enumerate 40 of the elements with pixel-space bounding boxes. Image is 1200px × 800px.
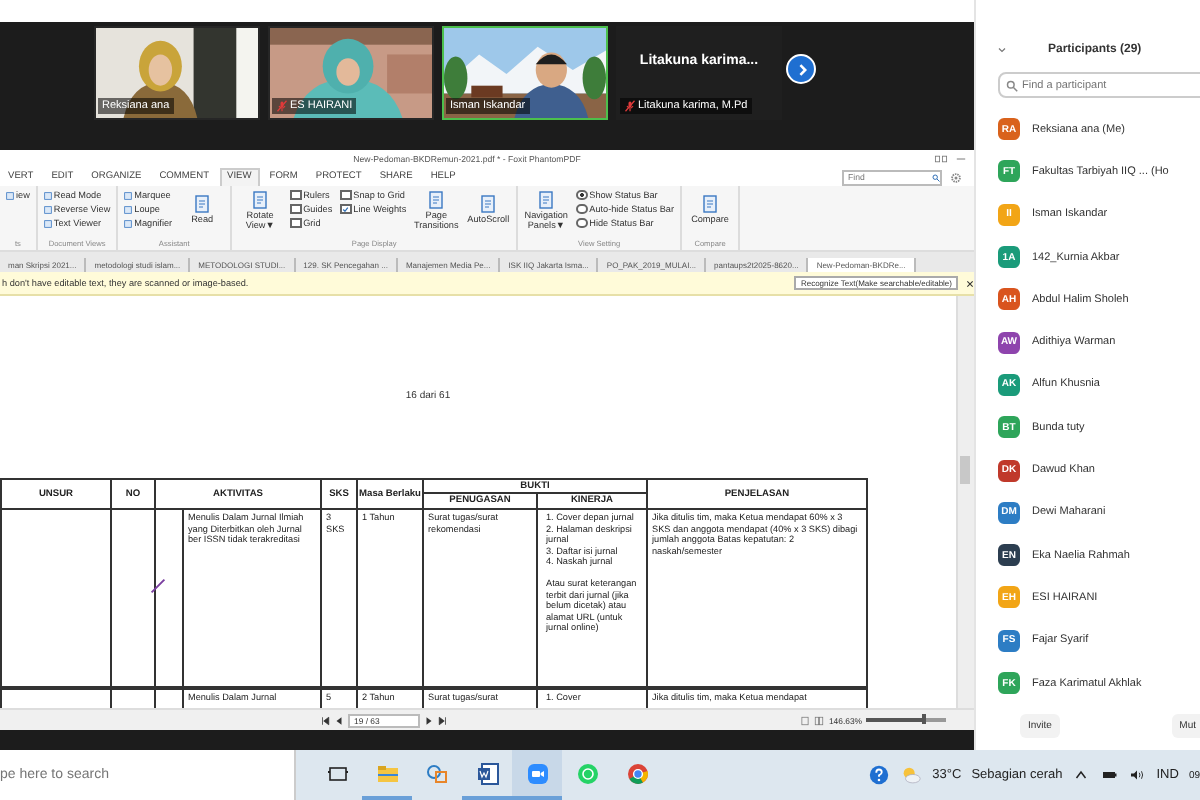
zoom-button[interactable] — [512, 750, 562, 800]
scrollbar[interactable] — [956, 296, 974, 708]
search-icon — [1006, 79, 1018, 91]
next-page-icon[interactable] — [424, 715, 434, 725]
last-page-icon[interactable] — [438, 715, 448, 725]
task-view-icon — [325, 761, 349, 785]
shapes-icon — [425, 761, 449, 785]
checkbox[interactable] — [290, 217, 302, 229]
folder-icon — [375, 761, 399, 785]
close-icon[interactable] — [966, 279, 974, 287]
document-icon — [426, 189, 447, 209]
search-icon — [932, 171, 940, 183]
speaker-icon[interactable] — [1128, 766, 1147, 784]
radio-button[interactable] — [576, 189, 588, 201]
radio-button[interactable] — [576, 217, 588, 229]
document-icon — [536, 189, 557, 209]
document-icon — [192, 194, 213, 214]
chat-icon — [575, 761, 599, 785]
document-icon — [6, 191, 14, 199]
checkbox[interactable] — [290, 189, 302, 201]
checkbox[interactable] — [340, 189, 352, 201]
first-page-icon[interactable] — [320, 715, 330, 725]
document-icon — [250, 189, 271, 209]
next-page-button[interactable] — [786, 54, 816, 84]
previous-page-icon[interactable] — [334, 715, 344, 725]
word-icon — [475, 761, 499, 785]
chevron-down-icon[interactable] — [996, 44, 1008, 56]
video-camera-icon — [525, 761, 549, 785]
settings-icon[interactable] — [950, 171, 962, 183]
help-icon[interactable] — [868, 764, 891, 786]
radio-button[interactable] — [576, 203, 588, 215]
caret-up-icon[interactable] — [1072, 766, 1091, 784]
battery-icon[interactable] — [1100, 766, 1119, 784]
checkbox[interactable] — [290, 203, 302, 215]
document-icon — [478, 194, 499, 214]
document-icon — [700, 194, 721, 214]
pen-mark — [150, 578, 166, 594]
restore-icon[interactable] — [934, 154, 948, 164]
chrome-icon — [625, 761, 649, 785]
checkbox[interactable] — [340, 203, 352, 215]
